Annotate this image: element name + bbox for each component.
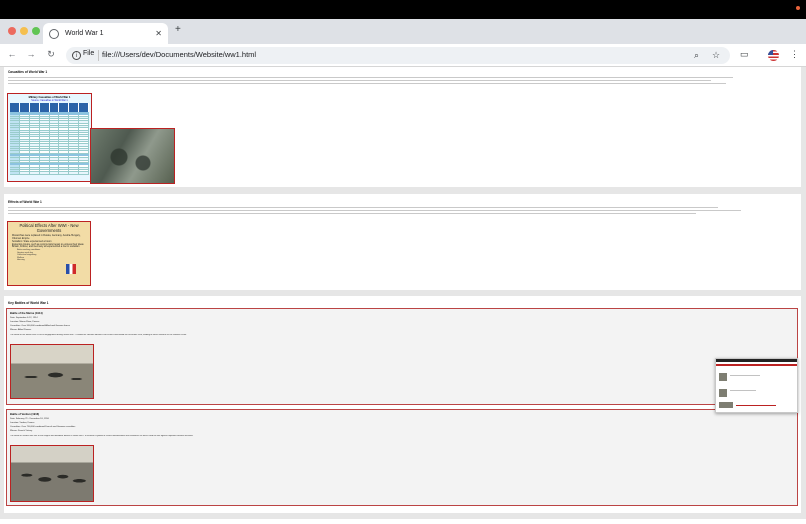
section-title: Key Battles of World War 1 [8,301,49,305]
system-top-bar [0,0,806,19]
marne-battle-photo [10,344,94,399]
flag-icon [66,264,76,274]
battle-location: Location: Verdun, France [10,422,35,424]
political-effects-slide: Political Effects After WWI - New Govern… [7,221,91,286]
battle-description: The Battle of Verdun was one of the long… [10,435,194,437]
trench-soldiers-photo [90,128,175,184]
tab-title: World War 1 [65,30,104,37]
casualty-table: Military Casualties of World War 1 Sourc… [7,93,92,182]
browser-toolbar: ← → ↻ i File file:///Users/dev/Documents… [0,44,806,67]
table-header [10,103,89,112]
window-zoom-button[interactable] [32,27,40,35]
battle-card-verdun: Battle of Verdun (1916) Date: February 2… [6,409,798,506]
tab-strip: World War 1 ✕ + [0,19,806,44]
battle-description: The Battle of the Marne was a crucial en… [10,334,187,336]
window-close-button[interactable] [8,27,16,35]
battle-casualties: Casualties: Over 700,000 combined French… [10,426,76,428]
battle-name: Battle of Verdun (1916) [10,413,40,416]
chip-divider [98,50,99,61]
section-title: Casualties of World War 1 [8,70,48,74]
table-source-link[interactable]: Source: Casualties in World War 1 [10,99,89,102]
us-flag-avatar-icon[interactable] [768,50,779,61]
battle-casualties: Casualties: Over 500,000 combined Allied… [10,325,70,327]
section-title: Effects of World War 1 [8,200,42,204]
battle-winner: Winner: French Victory [10,430,33,432]
page-thumbnail-preview[interactable] [715,358,798,413]
effects-section: Effects of World War 1 Political Effects… [4,194,801,290]
kebab-menu-icon[interactable]: ⋮ [790,49,799,60]
arrow-left-icon[interactable]: ← [6,49,18,59]
battle-winner: Winner: Allied Powers [10,329,32,331]
next-section-edge [0,519,806,524]
paragraph [8,77,748,86]
paragraph [8,207,748,216]
address-bar[interactable]: i File file:///Users/dev/Documents/Websi… [66,47,730,64]
verdun-battle-photo [10,445,94,502]
slide-title: Political Effects After WWI - New Govern… [19,223,79,233]
reload-icon[interactable]: ↻ [45,49,57,60]
battle-name: Battle of the Marne (1914) [10,312,43,315]
close-icon[interactable]: ✕ [155,29,162,38]
star-icon[interactable]: ☆ [712,50,720,61]
scheme-chip[interactable]: File [83,50,94,57]
recording-indicator-icon [796,6,800,10]
window-minimize-button[interactable] [20,27,28,35]
info-icon[interactable]: i [72,51,81,60]
casualties-section: Casualties of World War 1 Military Casua… [4,67,801,187]
slide-sub-bullet: Housing [17,259,25,262]
url-text[interactable]: file:///Users/dev/Documents/Website/ww1.… [102,50,256,59]
globe-icon [49,28,59,39]
magnifier-icon[interactable]: ⌕ [694,50,699,61]
page-viewport: Casualties of World War 1 Military Casua… [0,67,806,524]
arrow-right-icon[interactable]: → [25,49,37,59]
key-battles-section: Key Battles of World War 1 Battle of the… [4,296,801,513]
battle-date: Date: February 21 - December 18, 1916 [10,418,49,420]
battle-date: Date: September 6-12, 1914 [10,317,38,319]
tab-world-war-1[interactable]: World War 1 ✕ [43,23,168,44]
battle-location: Location: Marne River, France [10,321,40,323]
cast-icon[interactable]: ▭ [740,49,749,60]
plus-icon[interactable]: + [175,24,181,35]
battle-card-marne: Battle of the Marne (1914) Date: Septemb… [6,308,798,405]
